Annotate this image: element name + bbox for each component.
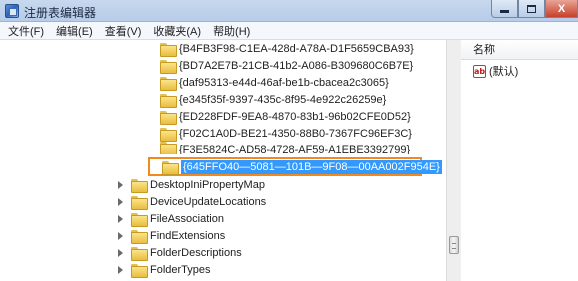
maximize-icon bbox=[527, 4, 536, 13]
folder-icon bbox=[131, 263, 148, 278]
tree-item-label: {F02C1A0D-BE21-4350-88B0-7367FC96EF3C} bbox=[179, 127, 412, 140]
tree-item-fileassociation[interactable]: FileAssociation bbox=[118, 210, 224, 227]
tree-item-label: {B4FB3F98-C1EA-428d-A78A-D1F5659CBA93} bbox=[179, 42, 414, 55]
folder-icon bbox=[131, 178, 148, 193]
tree-item-guid-key[interactable]: {F02C1A0D-BE21-4350-88B0-7367FC96EF3C} bbox=[160, 125, 412, 142]
tree-item-guid-key[interactable]: {e345f35f-9397-435c-8f95-4e922c26259e} bbox=[160, 91, 386, 108]
tree-item-label: {ED228FDF-9EA8-4870-83b1-96b02CFE0D52} bbox=[179, 110, 411, 123]
tree-scrollbar[interactable] bbox=[446, 40, 460, 281]
menu-help[interactable]: 帮助(H) bbox=[207, 23, 256, 39]
expand-arrow-icon[interactable] bbox=[118, 266, 123, 274]
tree-item-deviceupdate[interactable]: DeviceUpdateLocations bbox=[118, 193, 267, 210]
folder-icon bbox=[160, 93, 177, 108]
tree-item-label: FolderTypes bbox=[150, 263, 211, 276]
folder-icon bbox=[160, 127, 177, 142]
maximize-button[interactable] bbox=[518, 0, 545, 18]
tree-item-guid-key[interactable]: {F3E5824C-AD58-4728-AF59-A1EBE3392799} bbox=[160, 142, 410, 154]
minimize-icon bbox=[500, 10, 509, 13]
expand-arrow-icon[interactable] bbox=[118, 249, 123, 257]
scrollbar-thumb[interactable] bbox=[449, 236, 459, 254]
ab-string-icon: ab bbox=[473, 64, 486, 78]
tree-item-guid-key[interactable]: {BD7A2E7B-21CB-41b2-A086-B309680C6B7E} bbox=[160, 57, 413, 74]
rename-key-editor[interactable]: {645FFO40—5081—101B—9F08—00AA002F954E} bbox=[148, 157, 442, 176]
tree-item-label: FolderDescriptions bbox=[150, 246, 242, 259]
expand-arrow-icon[interactable] bbox=[118, 198, 123, 206]
tree-item-label: FileAssociation bbox=[150, 212, 224, 225]
tree-item-label: DesktopIniPropertyMap bbox=[150, 178, 265, 191]
menu-view[interactable]: 查看(V) bbox=[99, 23, 148, 39]
close-icon: X bbox=[557, 2, 566, 15]
menu-file[interactable]: 文件(F) bbox=[2, 23, 50, 39]
value-row-default[interactable]: ab (默认) bbox=[473, 63, 518, 79]
tree-item-label: {F3E5824C-AD58-4728-AF59-A1EBE3392799} bbox=[179, 144, 411, 154]
tree-item-label: DeviceUpdateLocations bbox=[150, 195, 267, 208]
regedit-app-icon bbox=[5, 4, 19, 18]
close-button[interactable]: X bbox=[545, 0, 578, 18]
expand-arrow-icon[interactable] bbox=[118, 232, 123, 240]
menu-bar: 文件(F) 编辑(E) 查看(V) 收藏夹(A) 帮助(H) bbox=[0, 22, 578, 40]
folder-icon bbox=[160, 76, 177, 91]
folder-icon bbox=[131, 195, 148, 210]
value-name: (默认) bbox=[489, 66, 519, 78]
tree-item-foldertypes[interactable]: FolderTypes bbox=[118, 261, 211, 278]
tree-item-label: {daf95313-e44d-46af-be1b-cbacea2c3065} bbox=[179, 76, 389, 89]
expand-arrow-icon[interactable] bbox=[118, 215, 123, 223]
rename-key-input[interactable]: {645FFO40—5081—101B—9F08—00AA002F954E} bbox=[181, 160, 442, 174]
expand-arrow-icon[interactable] bbox=[118, 181, 123, 189]
tree-item-guid-key[interactable]: {B4FB3F98-C1EA-428d-A78A-D1F5659CBA93} bbox=[160, 40, 414, 57]
folder-icon bbox=[131, 246, 148, 261]
folder-icon bbox=[160, 110, 177, 125]
tree-item-label: {e345f35f-9397-435c-8f95-4e922c26259e} bbox=[179, 93, 387, 106]
tree-item-desktopini[interactable]: DesktopIniPropertyMap bbox=[118, 176, 265, 193]
tree-item-guid-key[interactable]: {ED228FDF-9EA8-4870-83b1-96b02CFE0D52} bbox=[160, 108, 411, 125]
folder-icon bbox=[160, 142, 177, 154]
tree-item-guid-key[interactable]: {daf95313-e44d-46af-be1b-cbacea2c3065} bbox=[160, 74, 389, 91]
tree-item-findextensions[interactable]: FindExtensions bbox=[118, 227, 226, 244]
title-bar: 注册表编辑器 X bbox=[0, 0, 578, 22]
minimize-button[interactable] bbox=[491, 0, 518, 18]
menu-edit[interactable]: 编辑(E) bbox=[50, 23, 99, 39]
folder-icon bbox=[160, 42, 177, 57]
menu-favorites[interactable]: 收藏夹(A) bbox=[147, 23, 207, 39]
registry-key-tree[interactable]: {B4FB3F98-C1EA-428d-A78A-D1F5659CBA93} {… bbox=[0, 40, 460, 281]
tree-item-label: FindExtensions bbox=[150, 229, 226, 242]
folder-icon bbox=[131, 212, 148, 227]
tree-item-folderdescriptions[interactable]: FolderDescriptions bbox=[118, 244, 242, 261]
column-header-name[interactable]: 名称 bbox=[461, 40, 578, 60]
folder-icon bbox=[160, 59, 177, 74]
window-title: 注册表编辑器 bbox=[24, 6, 97, 20]
values-pane[interactable]: 名称 ab (默认) bbox=[461, 40, 578, 281]
tree-item-label: {BD7A2E7B-21CB-41b2-A086-B309680C6B7E} bbox=[179, 59, 414, 72]
folder-icon bbox=[131, 229, 148, 244]
folder-icon bbox=[162, 161, 179, 175]
